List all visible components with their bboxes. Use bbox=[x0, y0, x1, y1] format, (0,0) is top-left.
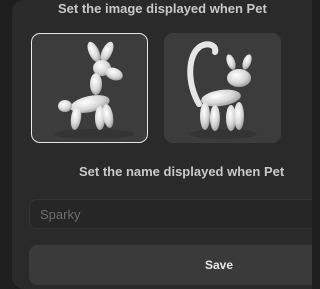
save-button[interactable]: Save bbox=[29, 245, 312, 285]
balloon-dog-image bbox=[54, 41, 134, 139]
pet-name-field[interactable] bbox=[29, 199, 312, 229]
save-button-label: Save bbox=[204, 258, 234, 272]
image-section-title: Set the image displayed when Pet bbox=[58, 1, 267, 16]
balloon-cat-image bbox=[187, 41, 257, 139]
pet-image-option-cat[interactable] bbox=[164, 33, 281, 143]
name-section-title: Set the name displayed when Pet bbox=[79, 164, 285, 179]
pet-name-input[interactable] bbox=[30, 200, 312, 228]
pet-settings-panel: Set the image displayed when Pet Set the… bbox=[12, 0, 312, 289]
pet-image-option-dog[interactable] bbox=[31, 33, 148, 143]
